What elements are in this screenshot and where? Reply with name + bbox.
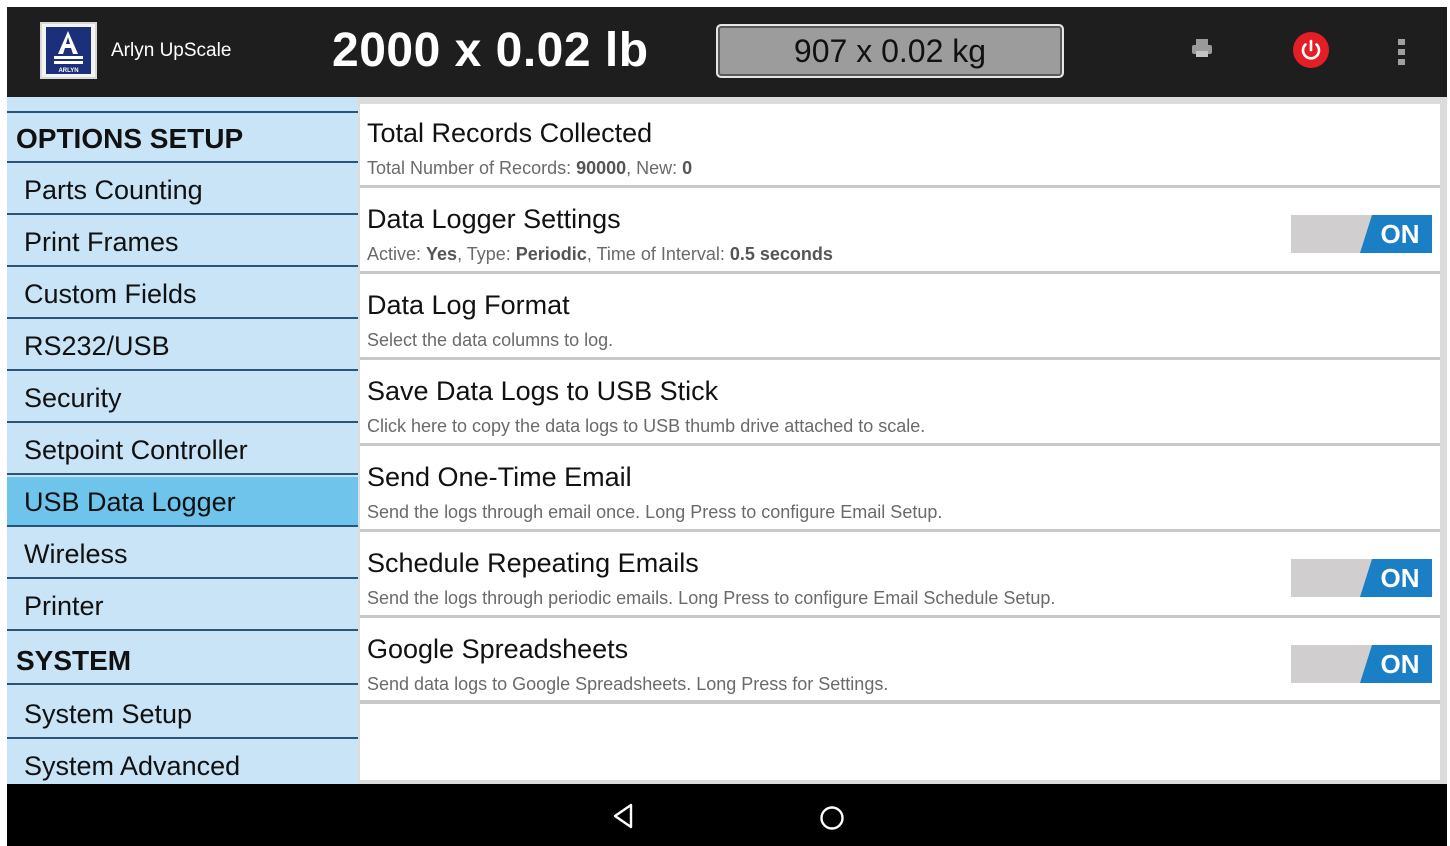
pref-save-usb[interactable]: Save Data Logs to USB Stick Click here t… <box>360 362 1440 446</box>
repeating-emails-toggle[interactable]: ON <box>1291 559 1432 597</box>
pref-summary: Select the data columns to log. <box>367 330 614 350</box>
logo-text: ARLYN <box>58 68 78 74</box>
home-icon[interactable] <box>818 804 846 832</box>
sidebar-item-label: Parts Counting <box>24 175 203 205</box>
pref-repeating-emails[interactable]: Schedule Repeating Emails Send the logs … <box>360 534 1440 618</box>
pref-title: Send One-Time Email <box>367 462 632 492</box>
power-icon[interactable] <box>1293 32 1329 68</box>
data-logger-toggle[interactable]: ON <box>1291 215 1432 253</box>
sidebar-item-label: RS232/USB <box>24 331 170 361</box>
app-bar: ARLYN Arlyn UpScale 2000 x 0.02 lb 907 x… <box>7 7 1447 97</box>
sidebar-item-label: Setpoint Controller <box>24 435 248 465</box>
pref-title: Data Log Format <box>367 290 570 320</box>
sidebar-item-printer[interactable]: Printer <box>7 581 358 631</box>
pref-title: Schedule Repeating Emails <box>367 548 699 578</box>
pref-title: Total Records Collected <box>367 118 653 148</box>
sidebar-item-label: Security <box>24 383 122 413</box>
app-title: Arlyn UpScale <box>111 40 232 61</box>
sidebar-item-wireless[interactable]: Wireless <box>7 529 358 579</box>
sidebar-scroll-remnant <box>7 97 358 113</box>
google-spreadsheets-toggle[interactable]: ON <box>1291 645 1432 683</box>
back-icon[interactable] <box>611 802 637 830</box>
sidebar-item-label: Wireless <box>24 539 128 569</box>
pref-title: Data Logger Settings <box>367 204 621 234</box>
toggle-on-label: ON <box>1360 645 1432 683</box>
sidebar-header-system: SYSTEM <box>7 635 358 685</box>
preference-list: Total Records Collected Total Number of … <box>360 104 1440 780</box>
sidebar-item-custom-fields[interactable]: Custom Fields <box>7 269 358 319</box>
pref-summary: Active: Yes, Type: Periodic, Time of Int… <box>367 244 833 264</box>
pref-total-records[interactable]: Total Records Collected Total Number of … <box>360 104 1440 188</box>
pref-title: Save Data Logs to USB Stick <box>367 376 719 406</box>
sidebar-item-system-advanced[interactable]: System Advanced <box>7 741 358 784</box>
system-nav-bar <box>7 784 1447 846</box>
sidebar-item-rs232-usb[interactable]: RS232/USB <box>7 321 358 371</box>
secondary-weight-display[interactable]: 907 x 0.02 kg <box>716 24 1064 78</box>
toggle-on-label: ON <box>1360 215 1432 253</box>
sidebar-header-label: SYSTEM <box>16 645 132 676</box>
pref-data-logger-settings[interactable]: Data Logger Settings Active: Yes, Type: … <box>360 190 1440 274</box>
sidebar-item-label: System Advanced <box>24 751 241 781</box>
pref-summary: Send data logs to Google Spreadsheets. L… <box>367 674 889 694</box>
primary-weight-display: 2000 x 0.02 lb <box>332 24 649 77</box>
settings-content: Total Records Collected Total Number of … <box>358 97 1447 784</box>
sidebar-item-label: System Setup <box>24 699 193 729</box>
sidebar-item-system-setup[interactable]: System Setup <box>7 689 358 739</box>
pref-data-log-format[interactable]: Data Log Format Select the data columns … <box>360 276 1440 360</box>
sidebar: OPTIONS SETUP Parts Counting Print Frame… <box>7 97 358 784</box>
pref-one-time-email[interactable]: Send One-Time Email Send the logs throug… <box>360 448 1440 532</box>
arlyn-logo: ARLYN <box>40 22 97 79</box>
toggle-on-label: ON <box>1360 559 1432 597</box>
sidebar-item-print-frames[interactable]: Print Frames <box>7 217 358 267</box>
sidebar-item-label: Custom Fields <box>24 279 197 309</box>
sidebar-header-label: OPTIONS SETUP <box>16 123 244 154</box>
sidebar-item-label: USB Data Logger <box>24 487 236 517</box>
pref-summary: Click here to copy the data logs to USB … <box>367 416 926 436</box>
overflow-menu-icon[interactable] <box>1389 34 1415 70</box>
pref-summary: Total Number of Records: 90000, New: 0 <box>367 158 693 178</box>
sidebar-item-usb-data-logger[interactable]: USB Data Logger <box>7 477 358 527</box>
sidebar-item-setpoint-controller[interactable]: Setpoint Controller <box>7 425 358 475</box>
sidebar-item-label: Printer <box>24 591 104 621</box>
pref-summary: Send the logs through periodic emails. L… <box>367 588 1056 608</box>
sidebar-item-parts-counting[interactable]: Parts Counting <box>7 165 358 215</box>
print-icon[interactable] <box>1187 34 1217 64</box>
pref-summary: Send the logs through email once. Long P… <box>367 502 943 522</box>
sidebar-header-options-setup: OPTIONS SETUP <box>7 113 358 163</box>
pref-title: Google Spreadsheets <box>367 634 629 664</box>
sidebar-item-security[interactable]: Security <box>7 373 358 423</box>
pref-google-spreadsheets[interactable]: Google Spreadsheets Send data logs to Go… <box>360 620 1440 704</box>
sidebar-item-label: Print Frames <box>24 227 179 257</box>
